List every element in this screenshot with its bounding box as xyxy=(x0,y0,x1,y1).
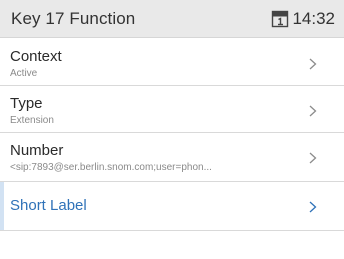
list-item-context[interactable]: Context Active xyxy=(0,39,344,86)
empty-area xyxy=(0,236,344,259)
key-lock-icon xyxy=(272,10,289,28)
item-label: Type xyxy=(10,95,43,112)
item-label: Short Label xyxy=(10,197,87,214)
status-bar: Key 17 Function 14:32 xyxy=(0,0,344,38)
item-label: Context xyxy=(10,48,62,65)
chevron-right-icon xyxy=(309,105,317,117)
chevron-right-icon xyxy=(309,201,317,213)
item-value: Active xyxy=(10,68,38,79)
phone-screen: Key 17 Function 14:32 Context Active Typ… xyxy=(0,0,344,259)
status-indicators: 14:32 xyxy=(271,9,335,29)
list-item-type[interactable]: Type Extension xyxy=(0,86,344,133)
item-value: <sip:7893@ser.berlin.snom.com;user=phon.… xyxy=(10,162,212,173)
item-label: Number xyxy=(10,142,64,159)
settings-list: Context Active Type Extension Number <si… xyxy=(0,39,344,231)
list-item-short-label[interactable]: Short Label xyxy=(0,182,344,231)
item-value: Extension xyxy=(10,115,54,126)
selection-indicator xyxy=(0,182,4,230)
page-title: Key 17 Function xyxy=(11,9,136,28)
chevron-right-icon xyxy=(309,152,317,164)
clock: 14:32 xyxy=(292,9,335,28)
list-item-number[interactable]: Number <sip:7893@ser.berlin.snom.com;use… xyxy=(0,133,344,182)
chevron-right-icon xyxy=(309,58,317,70)
